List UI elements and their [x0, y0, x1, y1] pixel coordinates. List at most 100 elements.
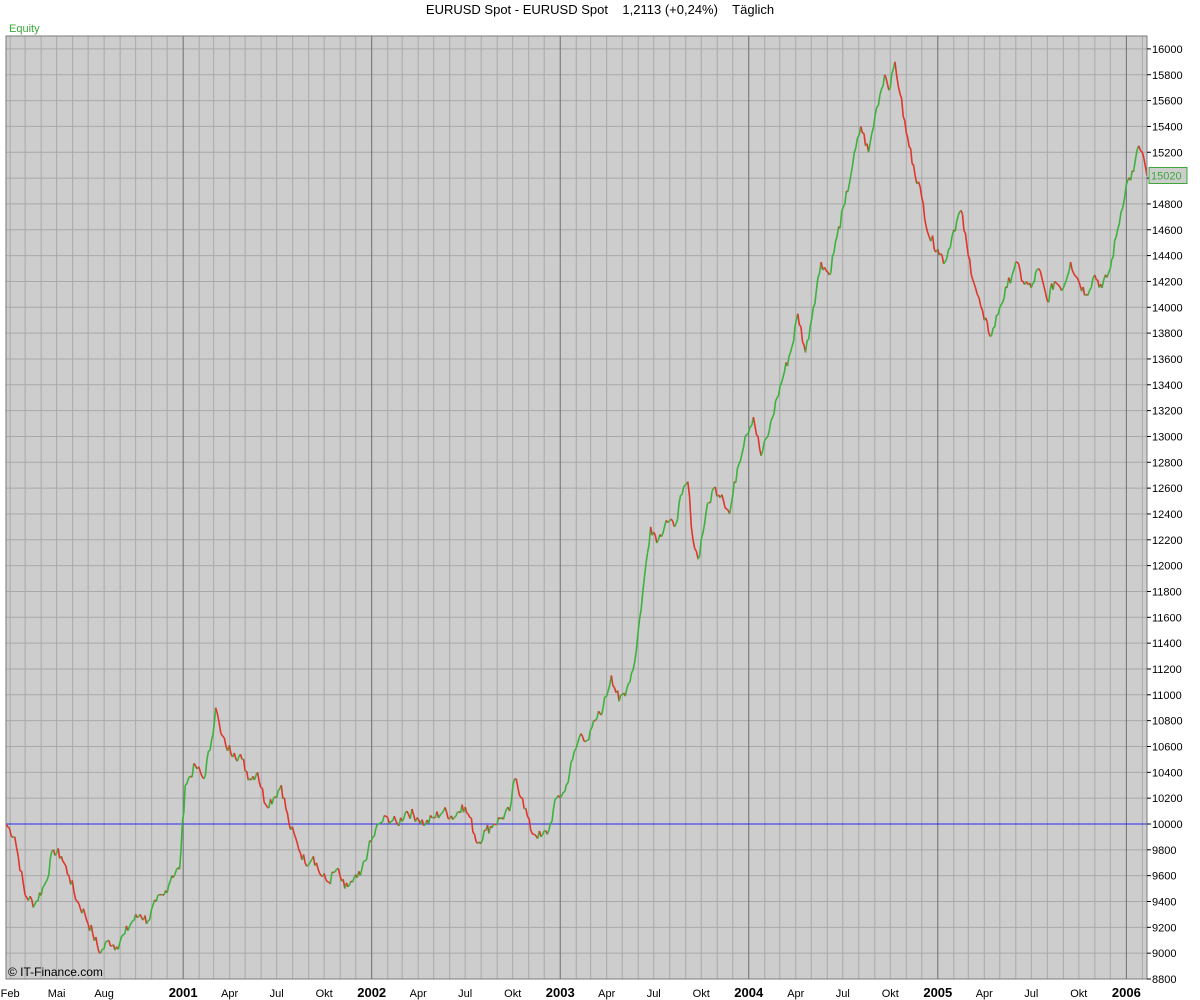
equity-segment-down — [520, 796, 523, 799]
equity-segment-up — [584, 739, 588, 743]
x-month-label: Apr — [976, 988, 993, 1000]
y-tick-label: 12000 — [1152, 561, 1183, 573]
x-month-label: Mai — [48, 988, 66, 1000]
y-tick-label: 14400 — [1152, 251, 1183, 263]
y-tick-label: 10400 — [1152, 767, 1183, 779]
x-month-label: Okt — [316, 988, 333, 1000]
equity-segment-up — [364, 859, 367, 862]
equity-segment-up — [684, 483, 687, 486]
x-month-label: Okt — [882, 988, 899, 1000]
equity-segment-down — [533, 833, 537, 837]
equity-segment-up — [667, 520, 670, 524]
equity-chart: 8800 9000 9200 9400 9600 9800 10000 10200 10400 1… — [1, 23, 1188, 1000]
equity-segment-up — [706, 501, 710, 505]
equity-segment-up — [627, 681, 631, 685]
y-tick-label: 11200 — [1152, 664, 1182, 676]
x-month-label: Apr — [410, 988, 427, 1000]
equity-segment-down — [798, 324, 802, 328]
y-tick-label: 9000 — [1152, 948, 1176, 960]
equity-segment-down — [385, 815, 389, 819]
x-month-label: Apr — [221, 988, 238, 1000]
x-year-label: 2003 — [546, 985, 575, 1000]
equity-segment-up — [992, 326, 996, 329]
equity-segment-up — [157, 893, 160, 896]
x-year-label: 2004 — [734, 985, 764, 1000]
y-tick-label: 11000 — [1152, 690, 1182, 702]
y-tick-label: 8800 — [1152, 974, 1176, 986]
y-tick-label: 12600 — [1152, 483, 1183, 495]
equity-segment-up — [104, 940, 108, 944]
x-month-label: Jul — [836, 988, 850, 1000]
y-axis: 8800 9000 9200 9400 9600 9800 10000 10200 10400 1… — [1147, 44, 1183, 986]
y-tick-label: 10000 — [1152, 819, 1183, 831]
y-tick-label: 12400 — [1152, 509, 1183, 521]
x-month-label: Feb — [1, 988, 20, 1000]
equity-segment-up — [147, 919, 151, 922]
equity-segment-up — [136, 915, 140, 919]
equity-segment-up — [562, 790, 566, 794]
y-tick-label: 15400 — [1152, 121, 1183, 133]
x-axis: Feb Mai Aug 2001 Apr Jul Okt 2002 Apr Jul Okt 2003 A… — [1, 985, 1141, 1000]
x-month-label: Okt — [693, 988, 710, 1000]
equity-segment-down — [469, 816, 472, 819]
y-tick-label: 13800 — [1152, 328, 1183, 340]
equity-segment-up — [942, 261, 946, 265]
equity-segment-down — [726, 508, 729, 511]
equity-segment-up — [363, 860, 366, 863]
equity-segment-up — [989, 334, 992, 338]
equity-segment-up — [559, 795, 563, 799]
y-tick-label: 11400 — [1152, 638, 1182, 650]
equity-segment-up — [565, 782, 569, 786]
equity-segment-up — [380, 821, 383, 824]
equity-segment-down — [66, 873, 70, 877]
x-month-label: Apr — [598, 988, 615, 1000]
y-tick-label: 14800 — [1152, 199, 1183, 211]
y-tick-label: 9600 — [1152, 871, 1176, 883]
y-tick-label: 14600 — [1152, 225, 1183, 237]
y-tick-label: 11800 — [1152, 586, 1182, 598]
equity-segment-down — [911, 162, 915, 166]
x-month-label: Aug — [94, 988, 114, 1000]
equity-segment-down — [493, 823, 496, 826]
last-value-marker: 15020 — [1148, 167, 1188, 185]
equity-segment-up — [806, 338, 810, 342]
equity-segment-down — [612, 685, 616, 689]
x-year-label: 2005 — [923, 985, 952, 1000]
equity-segment-down — [1074, 275, 1078, 279]
equity-segment-up — [554, 797, 558, 800]
equity-segment-down — [724, 506, 728, 510]
y-tick-label: 12800 — [1152, 457, 1183, 469]
equity-segment-up — [306, 864, 309, 867]
equity-segment-up — [749, 424, 753, 428]
equity-segment-up — [132, 919, 135, 922]
watermark: © IT-Finance.com — [8, 965, 103, 979]
y-tick-label: 9200 — [1152, 922, 1176, 934]
x-month-label: Jul — [270, 988, 284, 1000]
x-month-label: Okt — [1070, 988, 1087, 1000]
equity-segment-up — [549, 821, 553, 824]
equity-segment-up — [372, 835, 375, 838]
equity-segment-down — [472, 831, 476, 835]
x-month-label: Jul — [647, 988, 661, 1000]
equity-segment-down — [10, 835, 14, 838]
equity-segment-up — [680, 493, 683, 497]
equity-segment-up — [1032, 281, 1035, 285]
x-month-label: Jul — [1024, 988, 1038, 1000]
y-tick-label: 14000 — [1152, 302, 1183, 314]
equity-segment-down — [466, 812, 469, 815]
y-tick-label: 11600 — [1152, 612, 1182, 624]
equity-segment-down — [825, 269, 829, 273]
y-tick-label: 15200 — [1152, 147, 1183, 159]
y-tick-label: 15800 — [1152, 70, 1183, 82]
y-tick-label: 9800 — [1152, 845, 1176, 857]
equity-segment-down — [383, 814, 387, 818]
equity-segment-up — [122, 933, 126, 936]
equity-segment-up — [453, 815, 457, 819]
y-tick-label: 9400 — [1152, 896, 1176, 908]
equity-segment-up — [333, 871, 336, 874]
equity-segment-up — [746, 432, 749, 436]
y-tick-label: 12200 — [1152, 535, 1183, 547]
series-name-label: Equity — [9, 23, 40, 35]
y-tick-label: 16000 — [1152, 44, 1183, 56]
y-tick-label: 13200 — [1152, 406, 1183, 418]
